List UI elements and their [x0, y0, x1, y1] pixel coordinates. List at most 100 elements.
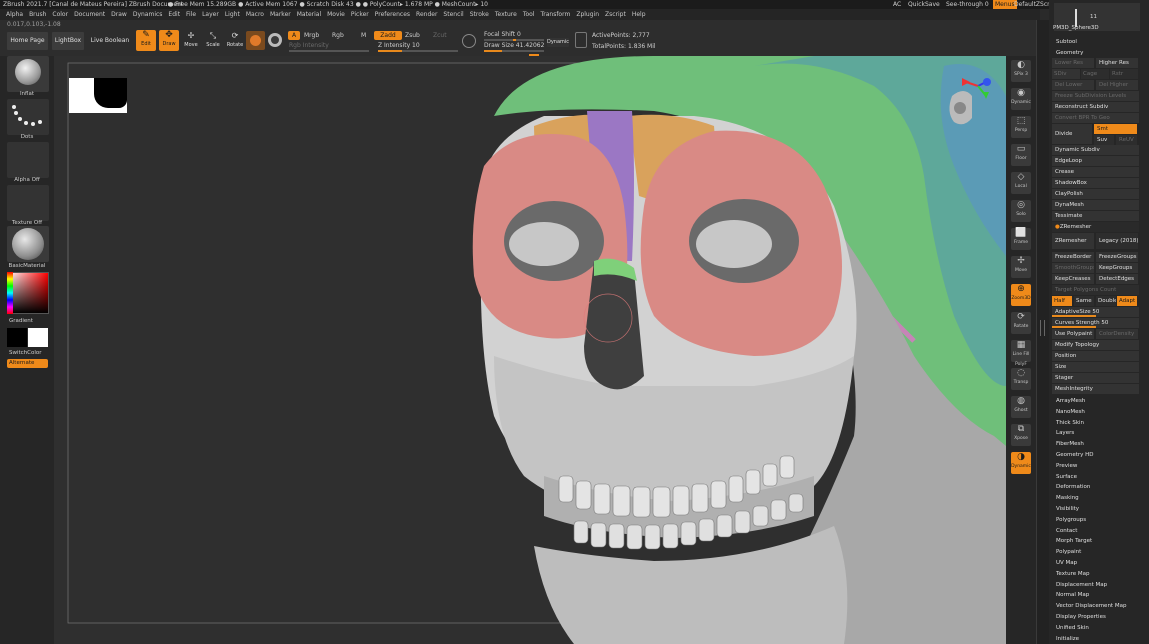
- hue-strip[interactable]: [7, 272, 13, 314]
- shelf-frame-button[interactable]: ⬜ Frame: [1011, 228, 1031, 250]
- menu-preferences[interactable]: Preferences: [375, 9, 410, 20]
- menu-edit[interactable]: Edit: [168, 9, 180, 20]
- zcut-button[interactable]: Zcut: [433, 32, 447, 39]
- focal-shift-slider[interactable]: Focal Shift 0: [484, 31, 521, 38]
- edit-button[interactable]: ✎ Edit: [136, 30, 156, 51]
- menu-stencil[interactable]: Stencil: [443, 9, 463, 20]
- cage-button[interactable]: Cage: [1081, 69, 1109, 79]
- use-polypaint-button[interactable]: Use Polypaint: [1052, 329, 1094, 339]
- size-section[interactable]: Size: [1052, 362, 1139, 372]
- section-displacement-map[interactable]: Displacement Map: [1056, 582, 1107, 588]
- stroke-selector[interactable]: [7, 99, 49, 135]
- zadd-button[interactable]: Zadd: [374, 31, 402, 40]
- half-button[interactable]: Half: [1052, 296, 1072, 306]
- edgeloop-section[interactable]: EdgeLoop: [1052, 156, 1139, 166]
- freeze-border-button[interactable]: FreezeBorder: [1052, 252, 1094, 262]
- menu-zplugin[interactable]: Zplugin: [576, 9, 599, 20]
- move-button[interactable]: ✢ Move: [181, 30, 201, 51]
- focal-icon[interactable]: [462, 34, 476, 48]
- shelf-dynamic-button[interactable]: ◉ Dynamic: [1011, 88, 1031, 110]
- reconstruct-subdiv-button[interactable]: Reconstruct Subdiv: [1052, 102, 1139, 112]
- section-polypaint[interactable]: Polypaint: [1056, 549, 1081, 555]
- texture-selector[interactable]: [7, 185, 49, 221]
- menu-transform[interactable]: Transform: [540, 9, 570, 20]
- rotate-button[interactable]: ⟳ Rotate: [225, 30, 245, 51]
- menu-file[interactable]: File: [186, 9, 196, 20]
- stager-section[interactable]: Stager: [1052, 373, 1139, 383]
- shelf-transp-button[interactable]: ◌ Transp: [1011, 368, 1031, 390]
- legacy-button[interactable]: Legacy (2018): [1096, 233, 1138, 249]
- menu-render[interactable]: Render: [416, 9, 437, 20]
- keep-creases-button[interactable]: KeepCreases: [1052, 274, 1094, 284]
- shelf-persp-button[interactable]: ⬚ Persp: [1011, 116, 1031, 138]
- menu-material[interactable]: Material: [297, 9, 321, 20]
- z-intensity-slider[interactable]: Z Intensity 10: [378, 42, 420, 49]
- primary-color-swatch[interactable]: [7, 328, 27, 347]
- suv-toggle[interactable]: Suv: [1094, 135, 1114, 145]
- ac-button[interactable]: AC: [893, 0, 901, 9]
- section-display-properties[interactable]: Display Properties: [1056, 614, 1106, 620]
- target-polygons-slider[interactable]: Target Polygons Count: [1052, 285, 1139, 295]
- section-fibermesh[interactable]: FiberMesh: [1056, 441, 1084, 447]
- section-thick-skin[interactable]: Thick Skin: [1056, 420, 1084, 426]
- home-page-button[interactable]: Home Page: [7, 32, 48, 50]
- m-button[interactable]: M: [361, 32, 366, 39]
- smooth-groups-button[interactable]: SmoothGroups: [1052, 263, 1094, 273]
- brush-selector[interactable]: [7, 56, 49, 92]
- section-surface[interactable]: Surface: [1056, 474, 1077, 480]
- zsub-button[interactable]: Zsub: [405, 32, 420, 39]
- freeze-subdiv-button[interactable]: Freeze SubDivision Levels: [1052, 91, 1139, 101]
- draw-size-slider[interactable]: Draw Size 41.42062: [484, 42, 544, 49]
- dynamic-subdiv-section[interactable]: Dynamic Subdiv: [1052, 145, 1139, 155]
- section-preview[interactable]: Preview: [1056, 463, 1077, 469]
- section-morph-target[interactable]: Morph Target: [1056, 538, 1092, 544]
- menu-document[interactable]: Document: [74, 9, 105, 20]
- mrgb-button[interactable]: Mrgb: [304, 32, 319, 39]
- draw-button[interactable]: ✥ Draw: [159, 30, 179, 51]
- menu-layer[interactable]: Layer: [202, 9, 219, 20]
- del-lower-button[interactable]: Del Lower: [1052, 80, 1094, 90]
- section-initialize[interactable]: Initialize: [1056, 636, 1079, 642]
- a-button[interactable]: A: [288, 31, 300, 40]
- menu-brush[interactable]: Brush: [29, 9, 46, 20]
- shelf-floor-button[interactable]: ▭ Floor: [1011, 144, 1031, 166]
- color-picker[interactable]: [7, 272, 49, 314]
- lower-res-button[interactable]: Lower Res: [1052, 58, 1094, 68]
- section-normal-map[interactable]: Normal Map: [1056, 592, 1089, 598]
- del-higher-button[interactable]: Del Higher: [1096, 80, 1138, 90]
- same-button[interactable]: Same: [1074, 296, 1094, 306]
- shelf-solo-button[interactable]: ◎ Solo: [1011, 200, 1031, 222]
- section-vector-displacement-map[interactable]: Vector Displacement Map: [1056, 603, 1126, 609]
- see-through-slider[interactable]: See-through 0: [946, 0, 989, 9]
- section-polygroups[interactable]: Polygroups: [1056, 517, 1086, 523]
- tray-divider[interactable]: [1036, 20, 1049, 644]
- menu-help[interactable]: Help: [632, 9, 646, 20]
- scale-button[interactable]: ⤡ Scale: [203, 30, 223, 51]
- menu-movie[interactable]: Movie: [327, 9, 345, 20]
- menu-texture[interactable]: Texture: [495, 9, 517, 20]
- menu-stroke[interactable]: Stroke: [470, 9, 489, 20]
- section-contact[interactable]: Contact: [1056, 528, 1077, 534]
- shelf-zoom3d-button[interactable]: ⊕ Zoom3D: [1011, 284, 1031, 306]
- rgb-intensity-track[interactable]: [289, 50, 369, 52]
- menu-draw[interactable]: Draw: [111, 9, 127, 20]
- section-masking[interactable]: Masking: [1056, 495, 1079, 501]
- double-button[interactable]: Double: [1096, 296, 1116, 306]
- menu-dynamics[interactable]: Dynamics: [133, 9, 163, 20]
- secondary-color-swatch[interactable]: [28, 328, 48, 347]
- section-geometry-hd[interactable]: Geometry HD: [1056, 452, 1094, 458]
- section-visibility[interactable]: Visibility: [1056, 506, 1079, 512]
- shelf-xpose-button[interactable]: ⧉ Xpose: [1011, 424, 1031, 446]
- color-picker-icon[interactable]: [268, 33, 282, 47]
- section-texture-map[interactable]: Texture Map: [1056, 571, 1090, 577]
- divide-button[interactable]: Divide: [1052, 124, 1092, 144]
- menu-zscript[interactable]: Zscript: [605, 9, 626, 20]
- menu-marker[interactable]: Marker: [270, 9, 291, 20]
- higher-res-button[interactable]: Higher Res: [1096, 58, 1138, 68]
- smt-toggle[interactable]: Smt: [1094, 124, 1137, 134]
- menu-color[interactable]: Color: [52, 9, 68, 20]
- material-selector[interactable]: [7, 226, 49, 262]
- subtool-section[interactable]: Subtool: [1056, 39, 1077, 45]
- shelf-ghost-button[interactable]: ◍ Ghost: [1011, 396, 1031, 418]
- focal-shift-handle[interactable]: [513, 39, 516, 41]
